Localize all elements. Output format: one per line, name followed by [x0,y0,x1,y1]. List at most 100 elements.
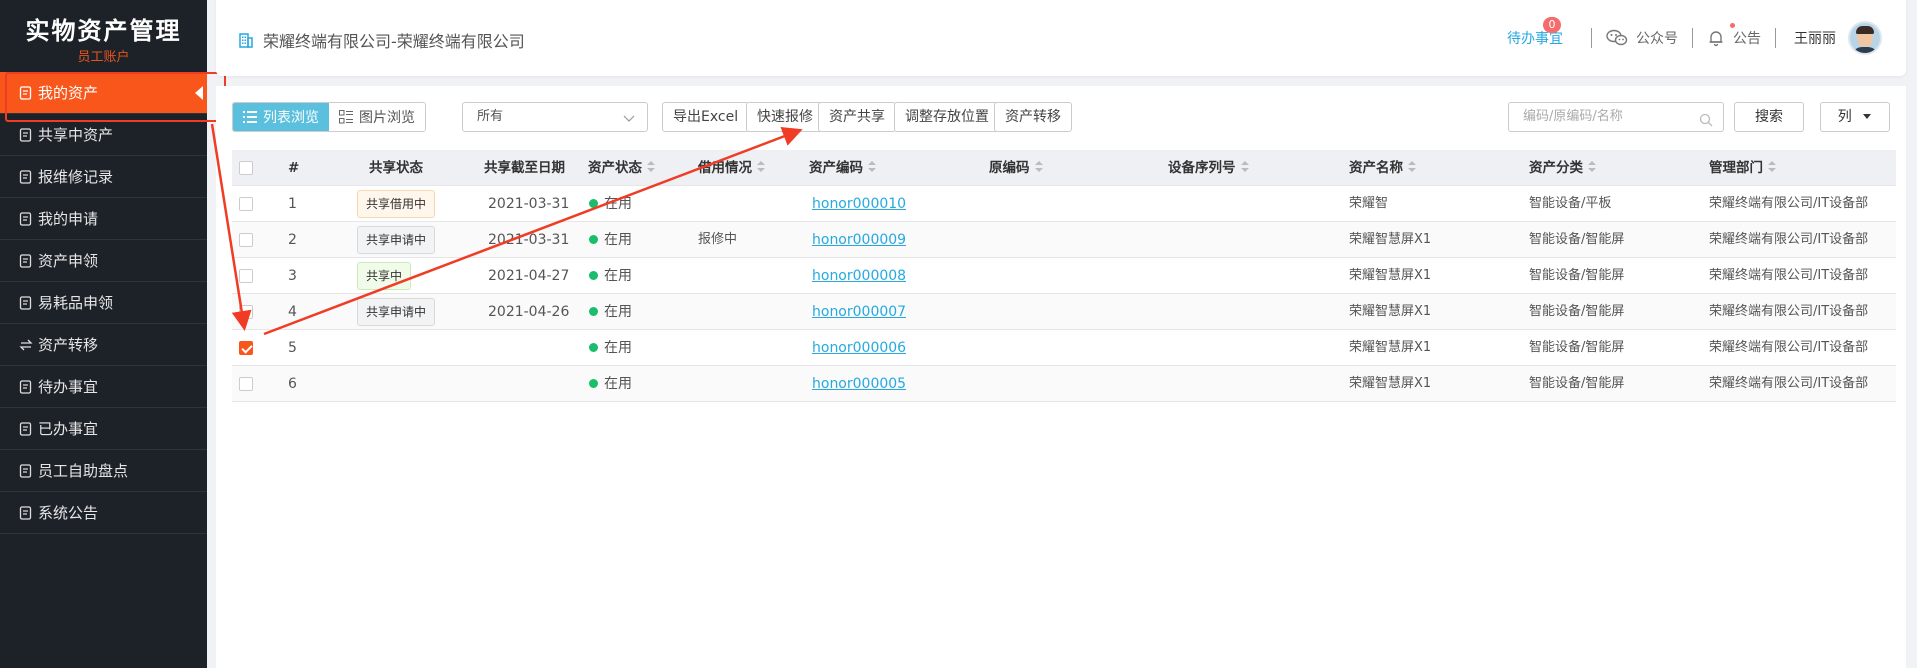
asset-code-link[interactable]: honor000005 [812,366,906,402]
share-end-date: 2021-03-31 [488,232,570,248]
row-checkbox[interactable] [239,377,253,391]
header-code[interactable]: 资产编码 [809,150,876,186]
asset-status: 在用 [589,186,632,222]
todo-label: 待办事宜 [1507,31,1563,47]
company-name: 荣耀终端有限公司-荣耀终端有限公司 [238,28,525,52]
table-row[interactable]: 1 共享借用中 2021-03-31 在用 honor000010 荣耀智 智能设备/平板 荣… [232,186,1896,222]
sort-icon [1034,161,1043,173]
sidebar-item-label: 易耗品申领 [38,293,114,312]
row-checkbox[interactable] [239,233,253,247]
repair-record-icon [18,169,34,185]
table-header-row: # 共享状态 共享截至日期 资产状态 借用情况 资产编码 原编码 设备序列号 资… [232,150,1896,186]
header-orig-code[interactable]: 原编码 [989,150,1043,186]
columns-button[interactable]: 列 [1820,102,1890,132]
notice-icon [18,505,34,521]
asset-name: 荣耀智慧屏X1 [1349,340,1432,355]
table-row[interactable]: 6 在用 honor000005 荣耀智慧屏X1 智能设备/智能屏 荣耀终端有限公司/IT… [232,366,1896,402]
filter-value: 所有 [477,109,504,124]
asset-name: 荣耀智慧屏X1 [1349,232,1432,247]
asset-status-label: 在用 [604,340,632,356]
chevron-down-icon [623,109,635,137]
sidebar-item-2[interactable]: 报维修记录 [0,156,207,198]
todo-link[interactable]: 待办事宜 0 [1507,17,1563,48]
table-row[interactable]: 4 共享申请中 2021-04-26 在用 honor000007 荣耀智慧屏X1 智能设备… [232,294,1896,330]
wechat-icon [1606,29,1628,47]
header-share-end: 共享截至日期 [484,160,565,176]
management-dept: 荣耀终端有限公司/IT设备部 [1709,268,1869,283]
image-view-label: 图片浏览 [359,110,415,126]
export-excel-button[interactable]: 导出Excel [662,102,750,132]
sidebar-item-1[interactable]: 共享中资产 [0,114,207,156]
header-serial[interactable]: 设备序列号 [1168,150,1249,186]
sidebar-item-10[interactable]: 系统公告 [0,492,207,534]
header-borrow[interactable]: 借用情况 [698,150,765,186]
asset-code-link[interactable]: honor000008 [812,258,906,294]
header-name[interactable]: 资产名称 [1349,150,1416,186]
header-dept[interactable]: 管理部门 [1709,150,1776,186]
building-icon [238,32,254,48]
sidebar-item-4[interactable]: 资产申领 [0,240,207,282]
list-view-button[interactable]: 列表浏览 [233,103,329,131]
sidebar-item-label: 我的申请 [38,209,99,228]
wechat-link[interactable]: 公众号 [1606,28,1678,48]
sidebar-item-3[interactable]: 我的申请 [0,198,207,240]
sidebar-item-label: 系统公告 [38,503,99,522]
status-filter-select[interactable]: 所有 [462,102,648,132]
asset-code-link[interactable]: honor000009 [812,222,906,258]
top-header: 荣耀终端有限公司-荣耀终端有限公司 待办事宜 0 公众号 公告 王丽丽 [216,0,1906,76]
bell-icon [1707,23,1735,47]
share-end-date: 2021-04-27 [488,268,570,284]
app-title: 实物资产管理 [25,16,182,45]
sort-icon [1588,161,1596,173]
row-checkbox[interactable] [239,197,253,211]
username[interactable]: 王丽丽 [1794,28,1836,48]
sidebar-item-9[interactable]: 员工自助盘点 [0,450,207,492]
share-status-tag: 共享申请中 [357,298,436,326]
done-icon [18,421,34,437]
sidebar-item-8[interactable]: 已办事宜 [0,408,207,450]
sidebar-item-6[interactable]: 资产转移 [0,324,207,366]
row-checkbox[interactable] [239,341,253,355]
asset-transfer-button[interactable]: 资产转移 [994,102,1072,132]
apply-icon [18,211,34,227]
asset-share-button[interactable]: 资产共享 [818,102,896,132]
notice-link[interactable]: 公告 [1707,23,1761,48]
asset-code-link[interactable]: honor000006 [812,330,906,366]
sidebar-item-0[interactable]: 我的资产 [0,72,207,114]
asset-status: 在用 [589,222,632,258]
asset-code-link[interactable]: honor000010 [812,186,906,222]
adjust-location-button[interactable]: 调整存放位置 [894,102,1000,132]
status-dot [589,343,598,352]
row-checkbox[interactable] [239,305,253,319]
asset-category: 智能设备/智能屏 [1529,376,1625,391]
sidebar-item-5[interactable]: 易耗品申领 [0,282,207,324]
asset-category: 智能设备/智能屏 [1529,232,1625,247]
asset-status-label: 在用 [604,268,632,284]
avatar[interactable] [1848,21,1882,55]
share-status-tag: 共享申请中 [357,226,436,254]
row-num: 2 [288,232,297,248]
header-category[interactable]: 资产分类 [1529,150,1596,186]
header-serial-label: 设备序列号 [1168,160,1236,176]
sort-icon [1768,161,1776,173]
search-button[interactable]: 搜索 [1734,102,1804,132]
header-share-status: 共享状态 [369,160,423,176]
divider [1591,28,1592,48]
image-view-button[interactable]: 图片浏览 [329,103,425,131]
select-all-checkbox[interactable] [239,161,253,175]
unread-dot [1730,23,1735,28]
table-row[interactable]: 5 在用 honor000006 荣耀智慧屏X1 智能设备/智能屏 荣耀终端有限公司/IT… [232,330,1896,366]
row-checkbox[interactable] [239,269,253,283]
sidebar-item-label: 待办事宜 [38,377,99,396]
quick-repair-button[interactable]: 快速报修 [746,102,824,132]
asset-status-label: 在用 [604,232,632,248]
table-row[interactable]: 3 共享中 2021-04-27 在用 honor000008 荣耀智慧屏X1 智能设备/智… [232,258,1896,294]
asset-status: 在用 [589,258,632,294]
header-asset-status[interactable]: 资产状态 [588,150,655,186]
share-status-tag: 共享借用中 [357,190,436,218]
search-input[interactable]: 编码/原编码/名称 [1508,102,1724,132]
sidebar-item-7[interactable]: 待办事宜 [0,366,207,408]
header-orig-code-label: 原编码 [989,160,1030,176]
table-row[interactable]: 2 共享申请中 2021-03-31 在用 报修中 honor000009 荣耀智慧屏X1 智… [232,222,1896,258]
asset-code-link[interactable]: honor000007 [812,294,906,330]
